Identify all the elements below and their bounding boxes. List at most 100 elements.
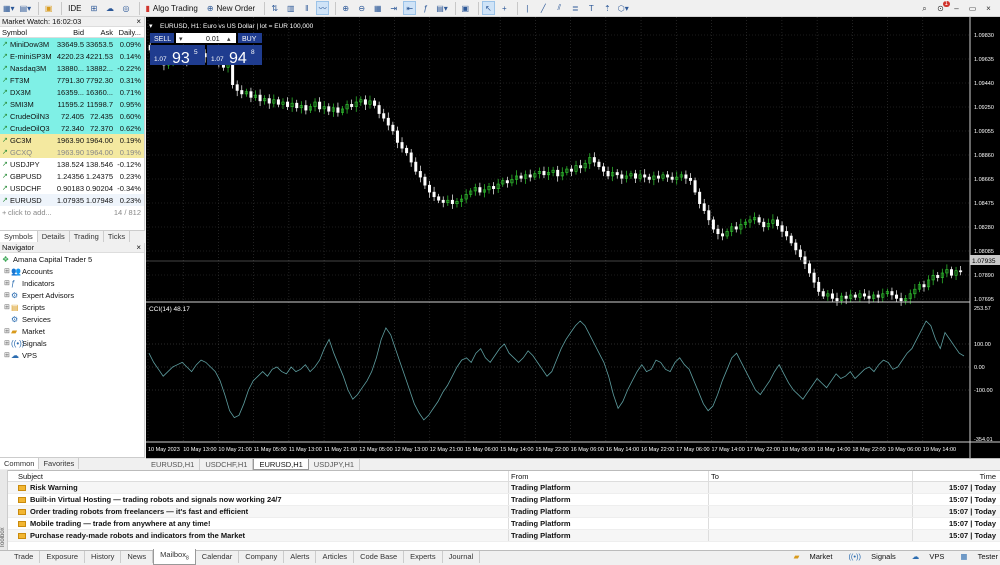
notifications-icon[interactable]: ⊙ 1 <box>934 0 950 16</box>
expand-icon[interactable]: ⊞ <box>4 339 11 347</box>
chart-tab-usdchf-h1[interactable]: USDCHF,H1 <box>200 459 254 470</box>
chart-svg[interactable]: 1.07935 1.098301.096351.094401.092501.09… <box>146 17 1000 458</box>
navigator-item-expert-advisors[interactable]: ⊞ ⚙ Expert Advisors <box>0 289 144 301</box>
cursor-icon[interactable]: ↖ <box>481 1 495 15</box>
col-symbol[interactable]: Symbol <box>0 28 54 37</box>
chart-tab-eurusd-h1-active[interactable]: EURUSD,H1 <box>253 459 309 470</box>
text-icon[interactable]: T <box>585 1 598 15</box>
zoom-in-icon[interactable]: ⊕ <box>339 1 352 15</box>
col-from[interactable]: From <box>508 471 708 481</box>
navigator-item-accounts[interactable]: ⊞ 👥 Accounts <box>0 265 144 277</box>
expand-icon[interactable]: ⊞ <box>4 303 11 311</box>
market-watch-row[interactable]: ↗ MiniDow3M 33649.5 33653.5 0.09% <box>0 38 144 50</box>
expand-icon[interactable]: ⊞ <box>4 279 11 287</box>
chart-tab-usdjpy-h1[interactable]: USDJPY,H1 <box>309 459 361 470</box>
close-icon[interactable]: × <box>982 2 995 16</box>
market-watch-row[interactable]: ↗ CrudeOilN3 72.405 72.435 0.60% <box>0 110 144 122</box>
arrows-icon[interactable]: ⇡ <box>601 1 614 15</box>
tab-common[interactable]: Common <box>0 458 40 469</box>
chart-menu-icon[interactable]: ▾ <box>149 23 153 30</box>
navigator-root[interactable]: ❖ Amana Capital Trader 5 <box>0 253 144 265</box>
col-daily[interactable]: Daily... <box>113 28 143 37</box>
indicators-icon[interactable]: ƒ <box>419 1 432 15</box>
line-chart-icon[interactable]: 〰 <box>316 1 330 15</box>
chart-shift-icon[interactable]: ⇤ <box>403 1 417 15</box>
navigator-item-market[interactable]: ⊞ ▰ Market <box>0 325 144 337</box>
market-watch-row[interactable]: ↗ DX3M 16359... 16360... 0.71% <box>0 86 144 98</box>
navigator-item-indicators[interactable]: ⊞ ƒ Indicators <box>0 277 144 289</box>
tab-trading[interactable]: Trading <box>70 231 104 242</box>
market-button[interactable]: ▰ Market <box>786 552 833 561</box>
algo-trading-button[interactable]: ▮ Algo Trading <box>143 1 201 15</box>
bar-chart-icon[interactable]: ▥ <box>284 1 297 15</box>
tab-symbols[interactable]: Symbols <box>0 231 38 242</box>
chart-window[interactable]: 1.07935 1.09830 1.09635 1.09440 1.09250 1.09… <box>146 17 1000 458</box>
tab-experts[interactable]: Experts <box>404 551 443 563</box>
expand-icon[interactable]: ⊞ <box>4 267 11 275</box>
channel-icon[interactable]: ⫽ <box>553 1 566 15</box>
strategy-tester-icon[interactable]: ⊞ <box>88 1 101 15</box>
col-bid[interactable]: Bid <box>54 28 84 37</box>
col-time[interactable]: Time <box>912 471 1000 481</box>
chart-tab-eurusd-h1[interactable]: EURUSD,H1 <box>146 459 201 470</box>
tab-company[interactable]: Company <box>239 551 285 563</box>
vps-button[interactable]: ☁ VPS <box>904 552 945 561</box>
trendline-icon[interactable]: ╱ <box>537 1 550 15</box>
zoom-out-icon[interactable]: ⊖ <box>355 1 368 15</box>
search-icon[interactable]: ⌕ <box>918 2 931 16</box>
market-watch-row[interactable]: ↗ FT3M 7791.30 7792.30 0.31% <box>0 74 144 86</box>
mail-row[interactable]: Order trading robots from freelancers — … <box>8 506 1000 518</box>
add-symbol-link[interactable]: click to add... <box>8 208 113 217</box>
fibonacci-icon[interactable]: ≣ <box>569 1 582 15</box>
tab-news[interactable]: News <box>121 551 154 563</box>
market-watch-icon[interactable]: ▣ <box>42 1 55 15</box>
expand-icon[interactable]: ⊞ <box>4 327 11 335</box>
candles-icon[interactable]: ‖ <box>300 1 313 15</box>
crosshair-icon[interactable]: + <box>498 1 511 15</box>
tab-history[interactable]: History <box>85 551 122 563</box>
ide-button[interactable]: IDE <box>65 1 84 15</box>
tab-journal[interactable]: Journal <box>443 551 481 563</box>
market-watch-row[interactable]: ↗ USDJPY 138.524 138.546 -0.12% <box>0 158 144 170</box>
mail-row[interactable]: Built-in Virtual Hosting — trading robot… <box>8 494 1000 506</box>
profiles-icon[interactable]: ▤▾ <box>19 1 33 15</box>
market-watch-row[interactable]: ↗ CrudeOilQ3 72.340 72.370 0.62% <box>0 122 144 134</box>
vertical-line-icon[interactable]: | <box>521 1 534 15</box>
lot-increase-icon[interactable]: ▴ <box>227 36 231 43</box>
market-watch-row[interactable]: ↗ Nasdaq3M 13880... 13882... -0.22% <box>0 62 144 74</box>
vps-icon[interactable]: ◎ <box>120 1 133 15</box>
tab-favorites[interactable]: Favorites <box>39 458 80 469</box>
shapes-icon[interactable]: ⬡▾ <box>617 1 630 15</box>
templates-icon[interactable]: ▤▾ <box>435 1 449 15</box>
market-watch-row[interactable]: ↗ EURUSD 1.07935 1.07948 0.23% <box>0 194 144 206</box>
navigator-item-signals[interactable]: ⊞ ((•)) Signals <box>0 337 144 349</box>
screenshot-icon[interactable]: ▣ <box>459 1 472 15</box>
market-watch-row[interactable]: ↗ SMI3M 11595.2 11598.7 0.95% <box>0 98 144 110</box>
restore-icon[interactable]: ▭ <box>966 2 979 16</box>
navigator-item-scripts[interactable]: ⊞ ▤ Scripts <box>0 301 144 313</box>
tab-exposure[interactable]: Exposure <box>40 551 86 563</box>
autoscroll-icon[interactable]: ⇥ <box>387 1 400 15</box>
tab-details[interactable]: Details <box>38 231 70 242</box>
market-watch-row[interactable]: ↗ E-miniSP3M 4220.23 4221.53 0.14% <box>0 50 144 62</box>
tab-trade[interactable]: Trade <box>8 551 41 563</box>
tab-alerts[interactable]: Alerts <box>284 551 317 563</box>
navigator-item-services[interactable]: ⚙ Services <box>0 313 144 325</box>
expand-icon[interactable]: ⊞ <box>4 291 11 299</box>
col-subject[interactable]: Subject <box>8 471 508 481</box>
cloud-icon[interactable]: ☁ <box>104 1 117 15</box>
new-order-button[interactable]: ⊕ New Order <box>204 1 258 15</box>
tab-code-base[interactable]: Code Base <box>354 551 405 563</box>
tab-ticks[interactable]: Ticks <box>104 231 131 242</box>
lot-decrease-icon[interactable]: ▾ <box>179 36 183 43</box>
col-ask[interactable]: Ask <box>84 28 113 37</box>
new-chart-icon[interactable]: ▦▾ <box>2 1 16 15</box>
expand-icon[interactable]: ⊞ <box>4 351 11 359</box>
mail-row[interactable]: Purchase ready-made robots and indicator… <box>8 530 1000 542</box>
market-watch-row[interactable]: ↗ GC3M 1963.90 1964.00 0.19% <box>0 134 144 146</box>
one-click-icon[interactable]: ⇅ <box>268 1 281 15</box>
market-watch-row[interactable]: ↗ GBPUSD 1.24356 1.24375 0.23% <box>0 170 144 182</box>
mail-row[interactable]: Mobile trading — trade from anywhere at … <box>8 518 1000 530</box>
minimize-icon[interactable]: – <box>950 2 963 16</box>
signals-button[interactable]: ((•)) Signals <box>840 552 895 561</box>
